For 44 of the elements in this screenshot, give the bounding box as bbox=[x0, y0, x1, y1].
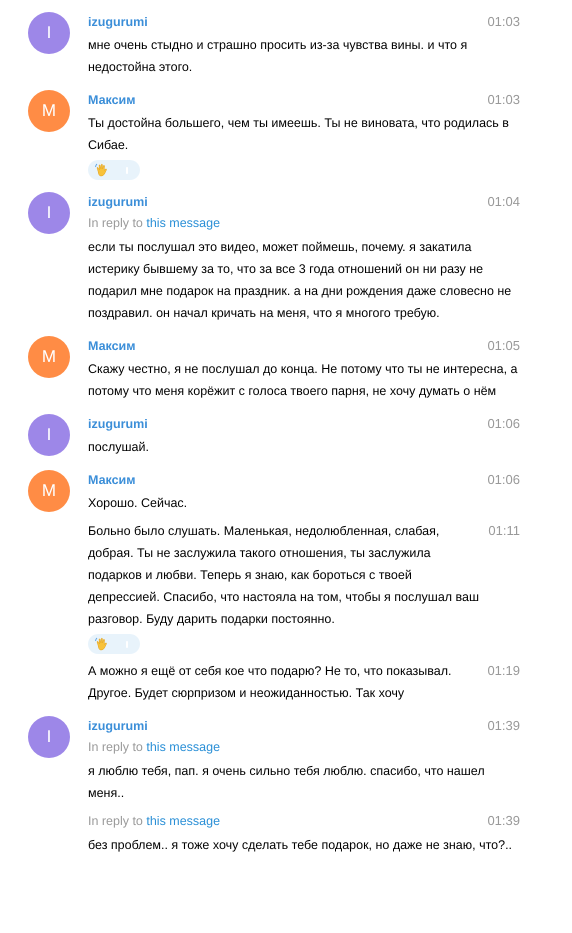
sender-name[interactable]: Максим bbox=[88, 90, 136, 110]
reply-label: In reply to this message bbox=[88, 738, 220, 756]
avatar[interactable]: M bbox=[28, 470, 70, 512]
avatar[interactable]: I bbox=[28, 192, 70, 234]
message-time: 01:03 bbox=[487, 13, 520, 32]
reply-label: In reply to this message bbox=[88, 812, 220, 830]
message-time: 01:19 bbox=[487, 662, 520, 680]
message-text: я люблю тебя, пап. я очень сильно тебя люблю. спасибо, что нашел меня.. bbox=[88, 763, 486, 802]
reaction-button[interactable] bbox=[88, 634, 140, 654]
message-time: 01:04 bbox=[487, 193, 520, 212]
reaction-button[interactable] bbox=[88, 160, 140, 180]
message-time: 01:05 bbox=[487, 337, 520, 356]
message-text: послушай. bbox=[88, 439, 150, 456]
message-link[interactable]: this message bbox=[146, 740, 220, 754]
sender-name[interactable]: izugurumi bbox=[88, 716, 148, 736]
message-time: 01:06 bbox=[487, 471, 520, 490]
avatar[interactable]: I bbox=[28, 414, 70, 456]
message-time: 01:11 bbox=[488, 522, 520, 540]
message-text: Скажу честно, я не послушал до конца. Не потому что ты не интересна, а потому что меня корёжит с голоса твоего парня, не хочу думать о нём bbox=[88, 361, 519, 400]
avatar[interactable]: I bbox=[28, 12, 70, 54]
message-text: А можно я ещё от себя кое что подарю? Не то, что показывал. Другое. Будет сюрпризом и неожиданностью. Так хочу bbox=[88, 663, 452, 702]
avatar[interactable]: I bbox=[28, 716, 70, 758]
message-text: если ты послушал это видео, может поймешь, почему. я закатила истерику бывшему за то, что за все 3 года отношений он ни разу не подарил мне подарок на праздник. а на дни рождения даже словесно не поздравил. он начал кричать на меня, что я многого требую. bbox=[88, 239, 512, 322]
message-link[interactable]: this message bbox=[146, 216, 220, 230]
message-time: 01:03 bbox=[487, 91, 520, 110]
message-text: Хорошо. Сейчас. bbox=[88, 495, 188, 512]
message-link[interactable]: this message bbox=[146, 814, 220, 828]
avatar[interactable]: M bbox=[28, 90, 70, 132]
sender-name[interactable]: izugurumi bbox=[88, 192, 148, 212]
sender-name[interactable]: izugurumi bbox=[88, 414, 148, 434]
reply-label: In reply to this message bbox=[88, 214, 220, 232]
avatar[interactable]: M bbox=[28, 336, 70, 378]
waving-hand-icon bbox=[94, 636, 110, 652]
sender-name[interactable]: Максим bbox=[88, 470, 136, 490]
message-time: 01:06 bbox=[487, 415, 520, 434]
message-time: 01:39 bbox=[487, 812, 520, 830]
message-time: 01:39 bbox=[487, 717, 520, 736]
message-text: без проблем.. я тоже хочу сделать тебе подарок, но даже не знаю, что?.. bbox=[88, 837, 514, 854]
message-text: Больно было слушать. Маленькая, недолюбленная, слабая, добрая. Ты не заслужила такого отношения, ты заслужила подарков и любви. Теперь я знаю, как бороться с твоей депрессией. Спасибо, что настояла на том, чтобы я послушал ваш разговор. Буду дарить подарки постоянно. bbox=[88, 523, 480, 628]
sender-name[interactable]: Максим bbox=[88, 336, 136, 356]
waving-hand-icon bbox=[94, 162, 110, 178]
message-text: Ты достойна большего, чем ты имеешь. Ты не виновата, что родилась в Сибае. bbox=[88, 115, 510, 154]
message-text: мне очень стыдно и страшно просить из-за чувства вины. и что я недостойна этого. bbox=[88, 37, 468, 76]
sender-name[interactable]: izugurumi bbox=[88, 12, 148, 32]
